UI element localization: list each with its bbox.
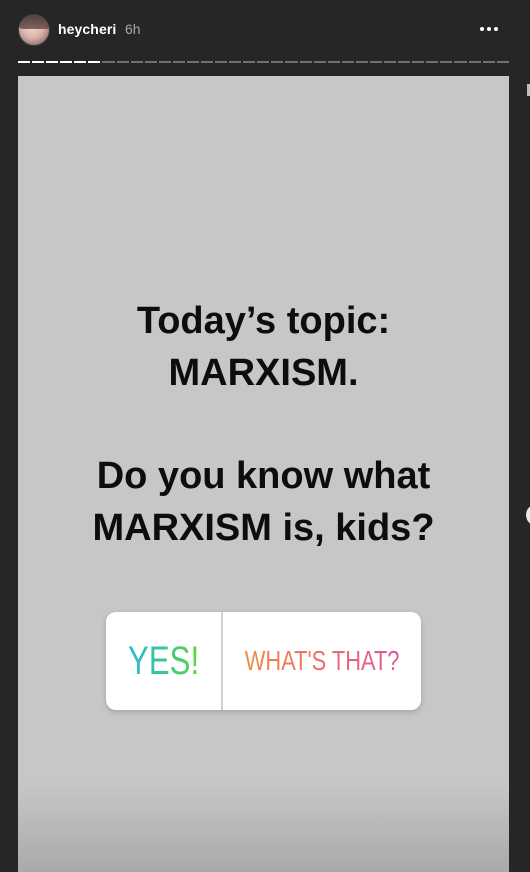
- progress-segment: [398, 61, 411, 63]
- more-horizontal-icon-dot: [487, 27, 491, 31]
- progress-segment: [384, 61, 397, 63]
- progress-segment: [468, 61, 481, 63]
- progress-segment: [74, 61, 87, 63]
- progress-segment: [158, 61, 171, 63]
- progress-segment: [32, 61, 45, 63]
- progress-segment: [229, 61, 242, 63]
- progress-segment: [46, 61, 59, 63]
- progress-segment: [186, 61, 200, 63]
- more-options-button[interactable]: [474, 18, 504, 40]
- timestamp: 6h: [125, 21, 141, 37]
- progress-segment: [116, 61, 129, 63]
- poll-option-whats-that-label: WHAT'S THAT?: [244, 645, 400, 676]
- story-progress-bar: [18, 61, 509, 63]
- progress-segment: [271, 61, 284, 63]
- story-content[interactable]: Today’s topic: MARXISM. Do you know what…: [18, 76, 509, 872]
- avatar[interactable]: [18, 14, 50, 46]
- progress-segment: [313, 61, 326, 63]
- progress-segment: [369, 61, 383, 63]
- question-text: Do you know what MARXISM is, kids?: [18, 450, 509, 554]
- progress-segment: [454, 61, 467, 63]
- progress-segment: [285, 61, 298, 63]
- poll-sticker: YES! WHAT'S THAT?: [106, 612, 421, 710]
- topic-line-1: Today’s topic:: [136, 300, 391, 342]
- progress-segment: [88, 61, 101, 63]
- topic-text: Today’s topic: MARXISM.: [18, 295, 509, 399]
- progress-segment: [440, 61, 453, 63]
- username[interactable]: heycheri: [58, 21, 116, 37]
- progress-segment: [144, 61, 157, 63]
- story-viewer: heycheri 6h Today’s topic: MARXISM. Do y…: [0, 0, 530, 872]
- bottom-fade: [18, 782, 509, 872]
- poll-option-yes[interactable]: YES!: [106, 612, 221, 710]
- progress-segment: [341, 61, 354, 63]
- progress-segment: [257, 61, 270, 63]
- question-line-1: Do you know what: [96, 455, 431, 497]
- poll-option-yes-label: YES!: [127, 638, 199, 683]
- progress-segment: [102, 61, 115, 63]
- story-header: heycheri 6h: [0, 0, 530, 60]
- progress-segment: [130, 61, 143, 63]
- more-horizontal-icon-dot: [494, 27, 498, 31]
- progress-segment: [18, 61, 31, 63]
- poll-option-whats-that[interactable]: WHAT'S THAT?: [223, 612, 421, 710]
- question-line-2: MARXISM is, kids?: [92, 507, 435, 549]
- progress-segment: [426, 61, 439, 63]
- next-story-arrow[interactable]: [526, 504, 530, 526]
- topic-line-2: MARXISM.: [168, 352, 359, 394]
- progress-segment: [496, 61, 509, 63]
- progress-segment: [60, 61, 73, 63]
- progress-segment: [215, 61, 228, 63]
- progress-segment: [172, 61, 185, 63]
- more-horizontal-icon: [480, 27, 484, 31]
- progress-segment: [327, 61, 340, 63]
- avatar-hair: [19, 15, 49, 29]
- progress-segment: [482, 61, 495, 63]
- progress-segment: [299, 61, 312, 63]
- progress-segment: [243, 61, 256, 63]
- progress-segment: [412, 61, 425, 63]
- progress-segment: [355, 61, 368, 63]
- progress-segment: [201, 61, 214, 63]
